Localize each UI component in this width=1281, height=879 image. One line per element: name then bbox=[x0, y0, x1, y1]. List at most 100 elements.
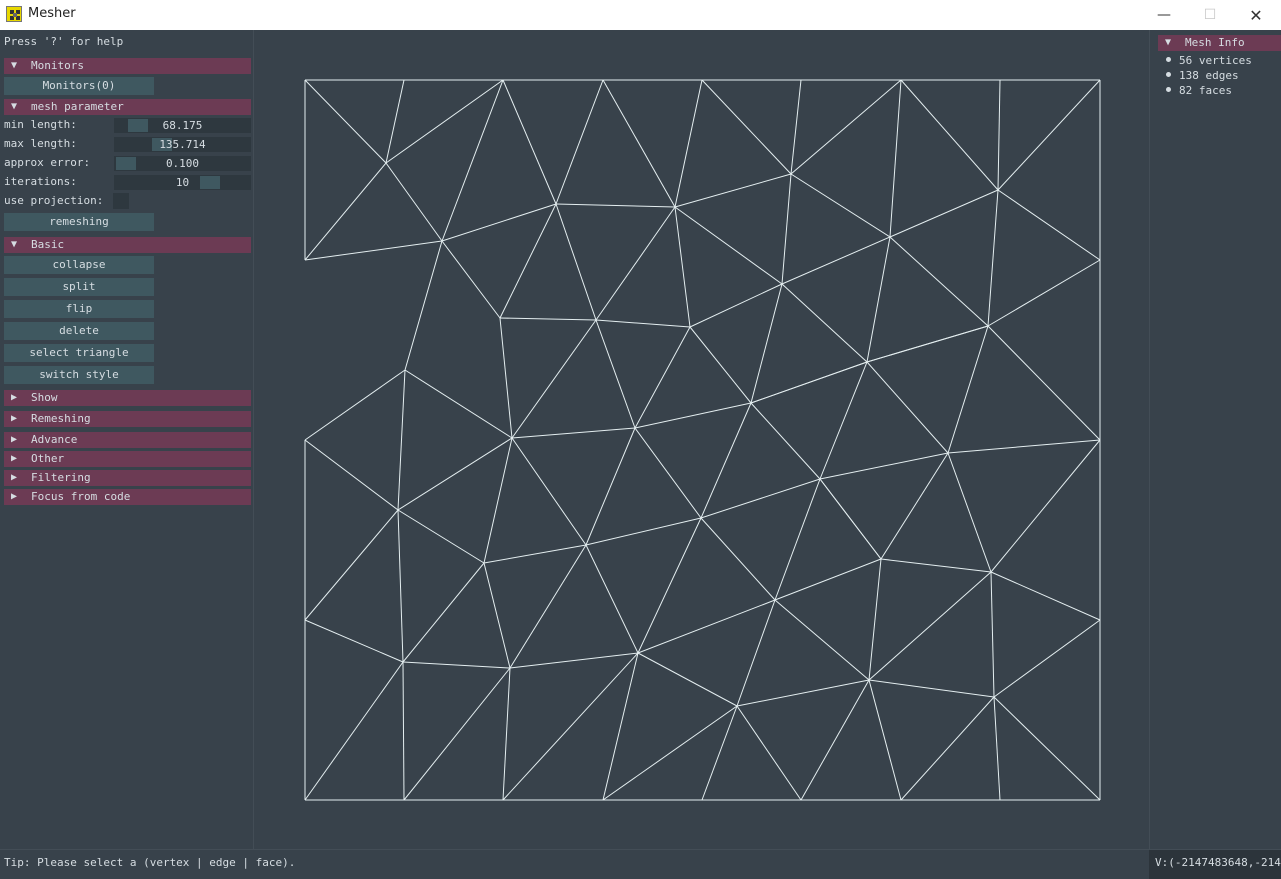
mesh-edge[interactable] bbox=[304, 79, 387, 164]
mesh-edge[interactable] bbox=[637, 652, 738, 707]
mesh-edge[interactable] bbox=[689, 326, 752, 404]
mesh-edge[interactable] bbox=[947, 325, 989, 454]
mesh-edge[interactable] bbox=[502, 652, 639, 801]
mesh-edge[interactable] bbox=[736, 599, 776, 707]
mesh-edge[interactable] bbox=[402, 661, 405, 801]
mesh-edge[interactable] bbox=[774, 478, 821, 601]
mesh-edge[interactable] bbox=[819, 361, 868, 480]
mesh-edge[interactable] bbox=[397, 509, 404, 663]
mesh-edge[interactable] bbox=[397, 437, 513, 511]
mesh-edge[interactable] bbox=[397, 509, 485, 564]
mesh-edge[interactable] bbox=[555, 79, 604, 205]
flip-button[interactable]: flip bbox=[4, 300, 154, 318]
close-button[interactable]: ✕ bbox=[1233, 0, 1279, 30]
mesh-edge[interactable] bbox=[402, 661, 511, 669]
mesh-edge[interactable] bbox=[304, 661, 404, 801]
mesh-edge[interactable] bbox=[819, 478, 882, 560]
mesh-edge[interactable] bbox=[790, 173, 891, 238]
mesh-viewport[interactable] bbox=[255, 30, 1149, 849]
mesh-edge[interactable] bbox=[993, 696, 1001, 801]
mesh-edge[interactable] bbox=[509, 544, 587, 669]
mesh-edge[interactable] bbox=[868, 558, 882, 681]
mesh-edge[interactable] bbox=[868, 679, 995, 698]
mesh-edge[interactable] bbox=[880, 558, 992, 573]
mesh-edge[interactable] bbox=[441, 79, 504, 242]
mesh-edge[interactable] bbox=[674, 173, 792, 208]
mesh-edge[interactable] bbox=[304, 162, 387, 261]
remeshing-header[interactable]: ▶ Remeshing bbox=[4, 411, 251, 427]
mesh-edge[interactable] bbox=[868, 571, 992, 681]
mesh-edge[interactable] bbox=[700, 517, 776, 601]
mesh-edge[interactable] bbox=[483, 562, 511, 669]
maximize-button[interactable]: ☐ bbox=[1187, 0, 1233, 30]
mesh-edge[interactable] bbox=[990, 571, 1101, 621]
mesh-edge[interactable] bbox=[947, 439, 1101, 454]
mesh-edge[interactable] bbox=[402, 562, 485, 663]
mesh-edge[interactable] bbox=[993, 696, 1101, 801]
mesh-edge[interactable] bbox=[483, 437, 513, 564]
mesh-edge[interactable] bbox=[993, 619, 1101, 698]
other-header[interactable]: ▶ Other bbox=[4, 451, 251, 467]
mesh-edge[interactable] bbox=[304, 439, 399, 511]
mesh-edge[interactable] bbox=[774, 558, 882, 601]
mesh-edge[interactable] bbox=[385, 79, 405, 164]
mesh-edge[interactable] bbox=[750, 402, 821, 480]
mesh-edge[interactable] bbox=[674, 79, 703, 208]
switch-style-button[interactable]: switch style bbox=[4, 366, 154, 384]
mesh-edge[interactable] bbox=[781, 173, 792, 285]
mesh-edge[interactable] bbox=[800, 679, 870, 801]
mesh-edge[interactable] bbox=[689, 283, 783, 328]
mesh-edge[interactable] bbox=[585, 544, 639, 654]
mesh-edge[interactable] bbox=[736, 705, 802, 801]
mesh-edge[interactable] bbox=[499, 317, 597, 321]
remeshing-button[interactable]: remeshing bbox=[4, 213, 154, 231]
mesh-edge[interactable] bbox=[987, 259, 1101, 327]
mesh-edge[interactable] bbox=[866, 361, 949, 454]
mesh-edge[interactable] bbox=[674, 206, 783, 285]
min-length-slider[interactable]: 68.175 bbox=[114, 118, 251, 133]
mesh-edge[interactable] bbox=[866, 236, 891, 363]
mesh-edge[interactable] bbox=[997, 79, 1001, 191]
mesh-edge[interactable] bbox=[511, 427, 636, 439]
mesh-edge[interactable] bbox=[511, 437, 587, 546]
mesh-edge[interactable] bbox=[866, 325, 989, 363]
mesh-edge[interactable] bbox=[947, 452, 992, 573]
collapse-button[interactable]: collapse bbox=[4, 256, 154, 274]
use-projection-checkbox[interactable] bbox=[113, 193, 129, 209]
advance-header[interactable]: ▶ Advance bbox=[4, 432, 251, 448]
mesh-edge[interactable] bbox=[889, 189, 999, 238]
mesh-edge[interactable] bbox=[304, 240, 443, 261]
split-button[interactable]: split bbox=[4, 278, 154, 296]
mesh-edge[interactable] bbox=[403, 667, 511, 801]
mesh-edge[interactable] bbox=[595, 206, 676, 321]
approx-error-slider[interactable]: 0.100 bbox=[114, 156, 251, 171]
mesh-wireframe[interactable] bbox=[255, 30, 1149, 849]
mesh-edge[interactable] bbox=[385, 162, 443, 242]
mesh-edge[interactable] bbox=[441, 240, 501, 319]
mesh-edge[interactable] bbox=[790, 79, 902, 175]
mesh-edge[interactable] bbox=[990, 439, 1101, 573]
mesh-edge[interactable] bbox=[997, 79, 1101, 191]
mesh-edge[interactable] bbox=[700, 478, 821, 519]
mesh-edge[interactable] bbox=[304, 369, 406, 441]
mesh-edge[interactable] bbox=[397, 369, 406, 511]
mesh-edge[interactable] bbox=[634, 402, 752, 429]
mesh-edge[interactable] bbox=[987, 325, 1101, 441]
mesh-edge[interactable] bbox=[736, 679, 870, 707]
mesh-edge[interactable] bbox=[555, 203, 597, 321]
basic-header[interactable]: ▼ Basic bbox=[4, 237, 251, 253]
mesh-edge[interactable] bbox=[602, 705, 738, 801]
mesh-edge[interactable] bbox=[900, 79, 999, 191]
mesh-edge[interactable] bbox=[997, 189, 1101, 261]
mesh-edge[interactable] bbox=[585, 427, 636, 546]
focus-from-code-header[interactable]: ▶ Focus from code bbox=[4, 489, 251, 505]
mesh-edge[interactable] bbox=[701, 79, 792, 175]
mesh-edge[interactable] bbox=[900, 696, 995, 801]
mesh-edge[interactable] bbox=[502, 667, 511, 801]
mesh-edge[interactable] bbox=[385, 79, 504, 164]
mesh-edge[interactable] bbox=[595, 319, 636, 429]
mesh-edge[interactable] bbox=[750, 283, 783, 404]
mesh-edge[interactable] bbox=[595, 319, 691, 328]
show-header[interactable]: ▶ Show bbox=[4, 390, 251, 406]
mesh-edge[interactable] bbox=[441, 203, 557, 242]
